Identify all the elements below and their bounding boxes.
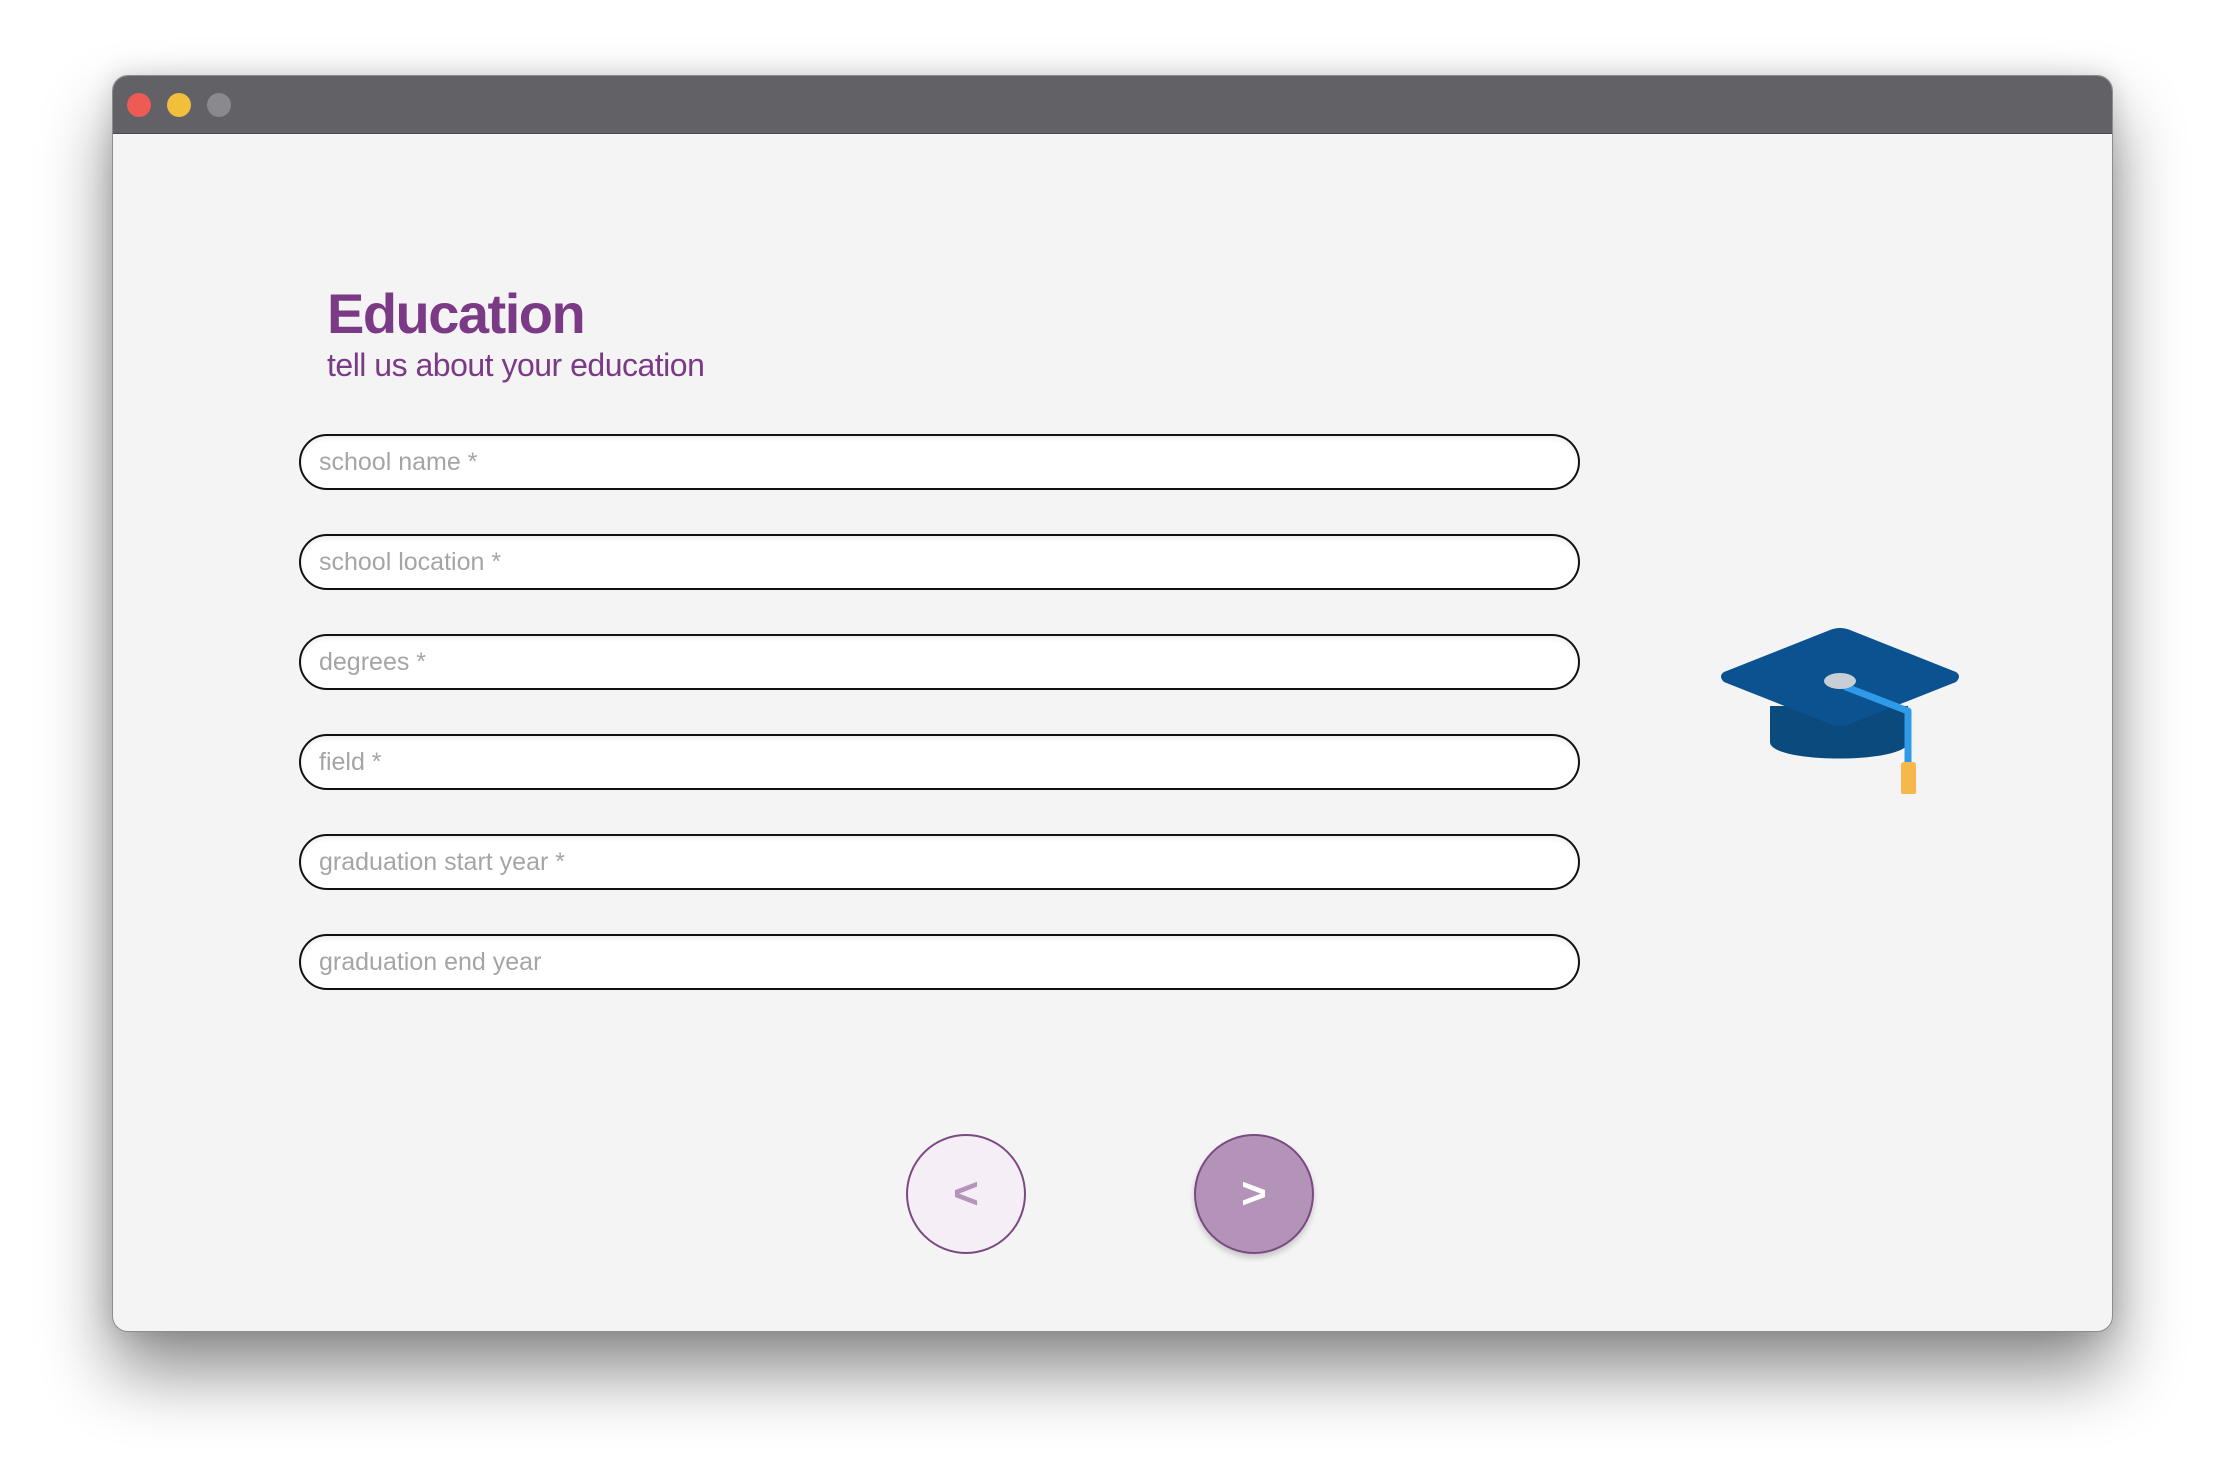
next-label: > <box>1241 1169 1267 1218</box>
next-button[interactable]: > <box>1194 1134 1314 1254</box>
minimize-window-button[interactable] <box>167 93 191 117</box>
education-form-page: Education tell us about your education <… <box>113 134 2112 1331</box>
page-subtitle: tell us about your education <box>327 347 705 383</box>
school-location-input[interactable] <box>299 534 1580 590</box>
close-window-button[interactable] <box>127 93 151 117</box>
page-title: Education <box>327 282 586 345</box>
app-window: Education tell us about your education <… <box>112 75 2113 1332</box>
previous-button[interactable]: < <box>906 1134 1026 1254</box>
degrees-input[interactable] <box>299 634 1580 690</box>
field-input[interactable] <box>299 734 1580 790</box>
zoom-window-button[interactable] <box>207 93 231 117</box>
window-titlebar <box>113 76 2112 134</box>
graduation-end-year-input[interactable] <box>299 934 1580 990</box>
previous-label: < <box>953 1169 979 1218</box>
graduation-cap-icon <box>1721 628 1959 794</box>
graduation-start-year-input[interactable] <box>299 834 1580 890</box>
school-name-input[interactable] <box>299 434 1580 490</box>
